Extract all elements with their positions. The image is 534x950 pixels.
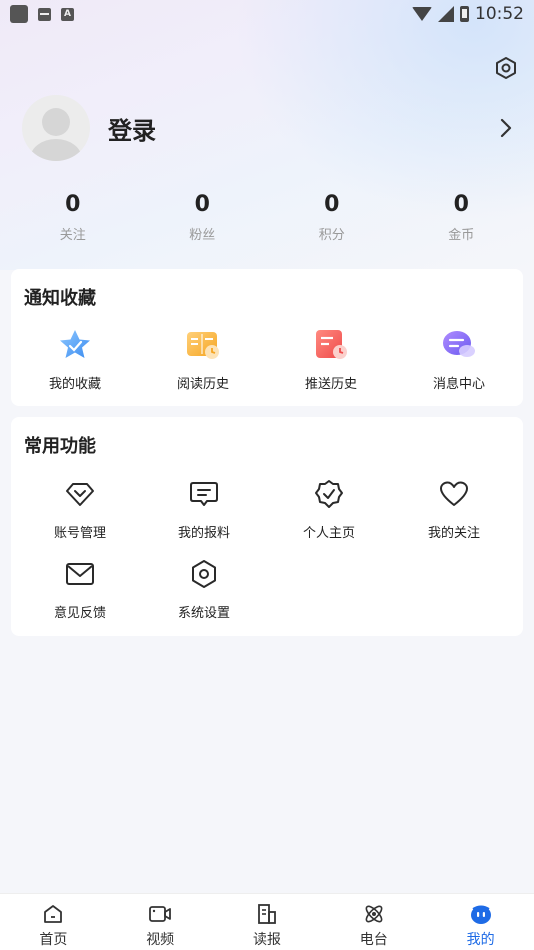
- chevron-right-icon[interactable]: [498, 117, 514, 139]
- item-label: 我的报料: [177, 526, 230, 541]
- wifi-icon: [412, 7, 432, 21]
- tab-home[interactable]: 首页: [0, 894, 107, 950]
- item-label: 我的关注: [427, 526, 480, 541]
- newspaper-icon: [258, 904, 276, 924]
- stats-row: 0 关注 0 粉丝 0 积分 0 金币: [8, 190, 526, 243]
- account-management-item[interactable]: 账号管理: [16, 476, 144, 541]
- stat-fans[interactable]: 0 粉丝: [138, 190, 268, 243]
- message-center-icon: [443, 331, 475, 357]
- stat-value: 0: [453, 192, 469, 217]
- stat-label: 金币: [448, 228, 475, 243]
- battery-icon: [460, 6, 469, 22]
- radio-icon: [365, 905, 383, 923]
- settings-button[interactable]: [492, 54, 520, 82]
- profile-icon: [470, 905, 491, 924]
- notify-collection-card: 通知收藏 我的收藏 阅读历史 推送历史 消息中心: [11, 269, 523, 406]
- app-notification-icon: [10, 5, 28, 23]
- bottom-tab-bar: 首页 视频 读报 电台 我的: [0, 893, 534, 950]
- my-favorites-item[interactable]: 我的收藏: [11, 327, 139, 392]
- keyboard-notification-icon: A: [61, 7, 74, 21]
- item-label: 阅读历史: [176, 377, 229, 392]
- item-label: 消息中心: [432, 377, 485, 392]
- stat-value: 0: [194, 192, 210, 217]
- common-functions-card: 常用功能 账号管理 我的报料 个人主页 我的关注 意见反馈 系统设置: [11, 417, 523, 636]
- personal-homepage-item[interactable]: 个人主页: [265, 476, 393, 541]
- reading-history-item[interactable]: 阅读历史: [139, 327, 267, 392]
- tab-label: 视频: [146, 932, 175, 948]
- tab-label: 电台: [359, 932, 388, 948]
- status-bar: A 10:52: [0, 0, 534, 28]
- login-label[interactable]: 登录: [108, 111, 156, 146]
- stat-value: 0: [65, 192, 81, 217]
- tab-label: 首页: [39, 932, 68, 948]
- section-title: 常用功能: [24, 436, 96, 457]
- my-reports-item[interactable]: 我的报料: [140, 476, 268, 541]
- heart-icon: [440, 481, 468, 506]
- push-history-icon: [316, 330, 347, 359]
- stat-points[interactable]: 0 积分: [267, 190, 397, 243]
- item-label: 个人主页: [302, 526, 355, 541]
- tab-radio[interactable]: 电台: [320, 894, 427, 950]
- verified-badge-icon: [315, 480, 343, 508]
- feedback-item[interactable]: 意见反馈: [16, 556, 144, 621]
- tab-label: 我的: [466, 932, 495, 948]
- stat-label: 关注: [59, 228, 86, 243]
- push-history-item[interactable]: 推送历史: [267, 327, 395, 392]
- star-icon: [60, 330, 90, 358]
- status-time: 10:52: [475, 4, 524, 24]
- chat-bubble-icon: [190, 482, 218, 506]
- item-label: 账号管理: [53, 526, 106, 541]
- profile-login-row[interactable]: 登录: [22, 95, 522, 161]
- book-history-icon: [187, 332, 219, 359]
- stat-label: 粉丝: [189, 228, 216, 243]
- tab-mine[interactable]: 我的: [427, 894, 534, 950]
- mail-icon: [66, 563, 94, 585]
- stat-value: 0: [324, 192, 340, 217]
- home-icon: [44, 905, 63, 923]
- tab-newspaper[interactable]: 读报: [214, 894, 321, 950]
- tab-video[interactable]: 视频: [107, 894, 214, 950]
- stat-label: 积分: [318, 228, 345, 243]
- item-label: 意见反馈: [53, 606, 106, 621]
- item-label: 我的收藏: [48, 377, 101, 392]
- stat-following[interactable]: 0 关注: [8, 190, 138, 243]
- message-center-item[interactable]: 消息中心: [395, 327, 523, 392]
- video-icon: [149, 906, 172, 922]
- system-settings-item[interactable]: 系统设置: [140, 556, 268, 621]
- cellular-signal-icon: [438, 6, 454, 22]
- item-label: 系统设置: [177, 606, 230, 621]
- hexagon-settings-icon: [496, 57, 516, 79]
- my-follows-item[interactable]: 我的关注: [390, 476, 518, 541]
- gear-icon: [192, 560, 216, 588]
- avatar[interactable]: [22, 95, 90, 161]
- tab-label: 读报: [252, 932, 281, 948]
- section-title: 通知收藏: [24, 288, 96, 309]
- mail-notification-icon: [38, 7, 51, 21]
- stat-coins[interactable]: 0 金币: [397, 190, 527, 243]
- diamond-icon: [66, 483, 94, 506]
- item-label: 推送历史: [304, 377, 357, 392]
